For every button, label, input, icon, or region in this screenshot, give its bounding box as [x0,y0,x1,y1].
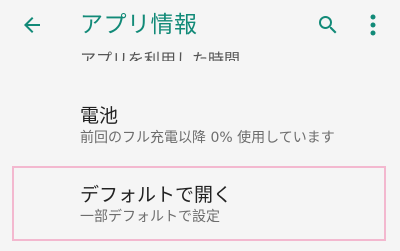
battery-subtitle: 前回のフル充電以降 0% 使用しています [80,130,335,146]
open-by-default-subtitle: 一部デフォルトで設定 [80,209,220,225]
open-by-default-title: デフォルトで開く [80,184,233,206]
battery-title: 電池 [80,105,119,127]
open-by-default-item[interactable]: デフォルトで開く 一部デフォルトで設定 [0,168,400,240]
more-vert-icon[interactable] [366,12,380,38]
back-arrow-icon[interactable] [20,13,44,37]
search-icon[interactable] [316,13,340,37]
app-bar: アプリ情報 [0,0,400,50]
page-title: アプリ情報 [80,12,198,38]
battery-item[interactable]: 電池 前回のフル充電以降 0% 使用しています [0,87,400,147]
